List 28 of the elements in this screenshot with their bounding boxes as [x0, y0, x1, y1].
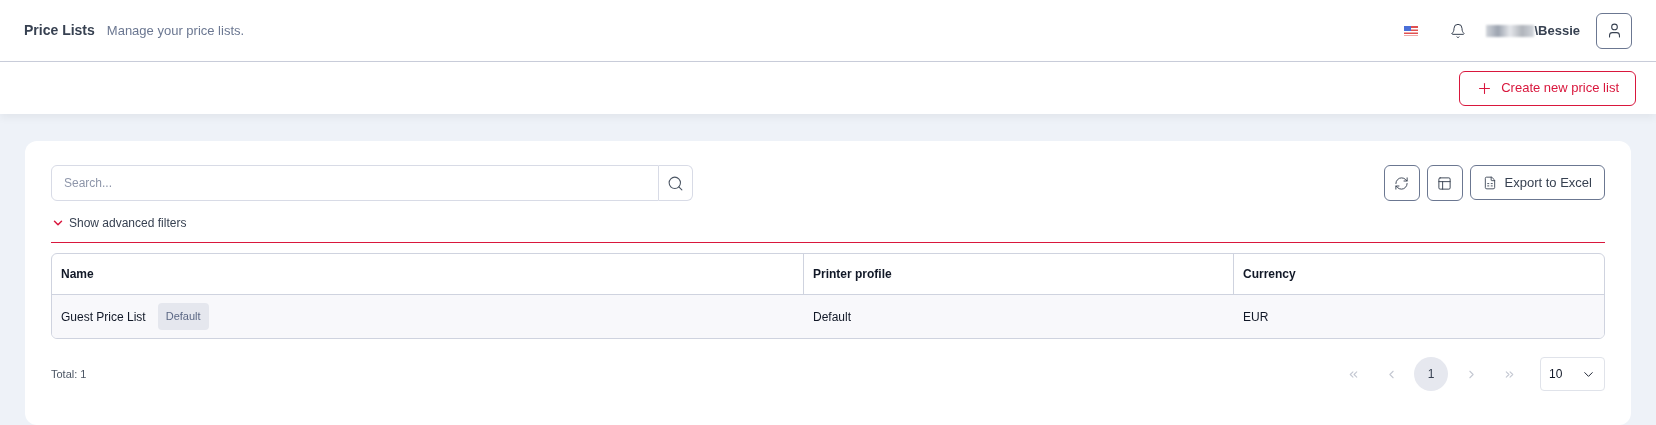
advanced-filters-toggle[interactable]: Show advanced filters: [51, 214, 187, 232]
export-button[interactable]: Export to Excel: [1469, 165, 1605, 200]
page-subtitle: Manage your price lists.: [106, 21, 245, 40]
total-count: Total: 1: [51, 366, 87, 382]
search-field[interactable]: Search...: [51, 165, 659, 201]
page-button[interactable]: 1: [1414, 357, 1448, 391]
flag-icon[interactable]: [1404, 25, 1419, 36]
spreadsheet-icon: [1482, 175, 1497, 190]
create-button[interactable]: Create new price list: [1459, 70, 1636, 106]
column-header: Printer profile: [804, 254, 1234, 294]
table-cell-text: Guest Price List: [61, 308, 146, 326]
refresh-button[interactable]: [1383, 165, 1420, 201]
layout-icon: [1437, 175, 1453, 191]
table-cell-text: Default: [813, 308, 852, 326]
refresh-icon: [1394, 175, 1410, 191]
page-title: Price Lists: [24, 21, 95, 40]
user-name[interactable]: \Bessie: [1534, 20, 1580, 41]
bell-icon[interactable]: [1450, 22, 1467, 39]
redacted-block: [1486, 24, 1535, 37]
default-badge: Default: [157, 303, 209, 330]
search-button[interactable]: [659, 165, 693, 201]
column-header: Currency: [1242, 266, 1297, 283]
layout-button[interactable]: [1426, 165, 1463, 201]
column-header: Name: [52, 254, 804, 294]
table-cell-text: EUR: [1243, 308, 1269, 326]
page-size-select[interactable]: 10: [1540, 357, 1605, 391]
user-button[interactable]: [1596, 12, 1632, 49]
search-icon: [667, 174, 684, 192]
